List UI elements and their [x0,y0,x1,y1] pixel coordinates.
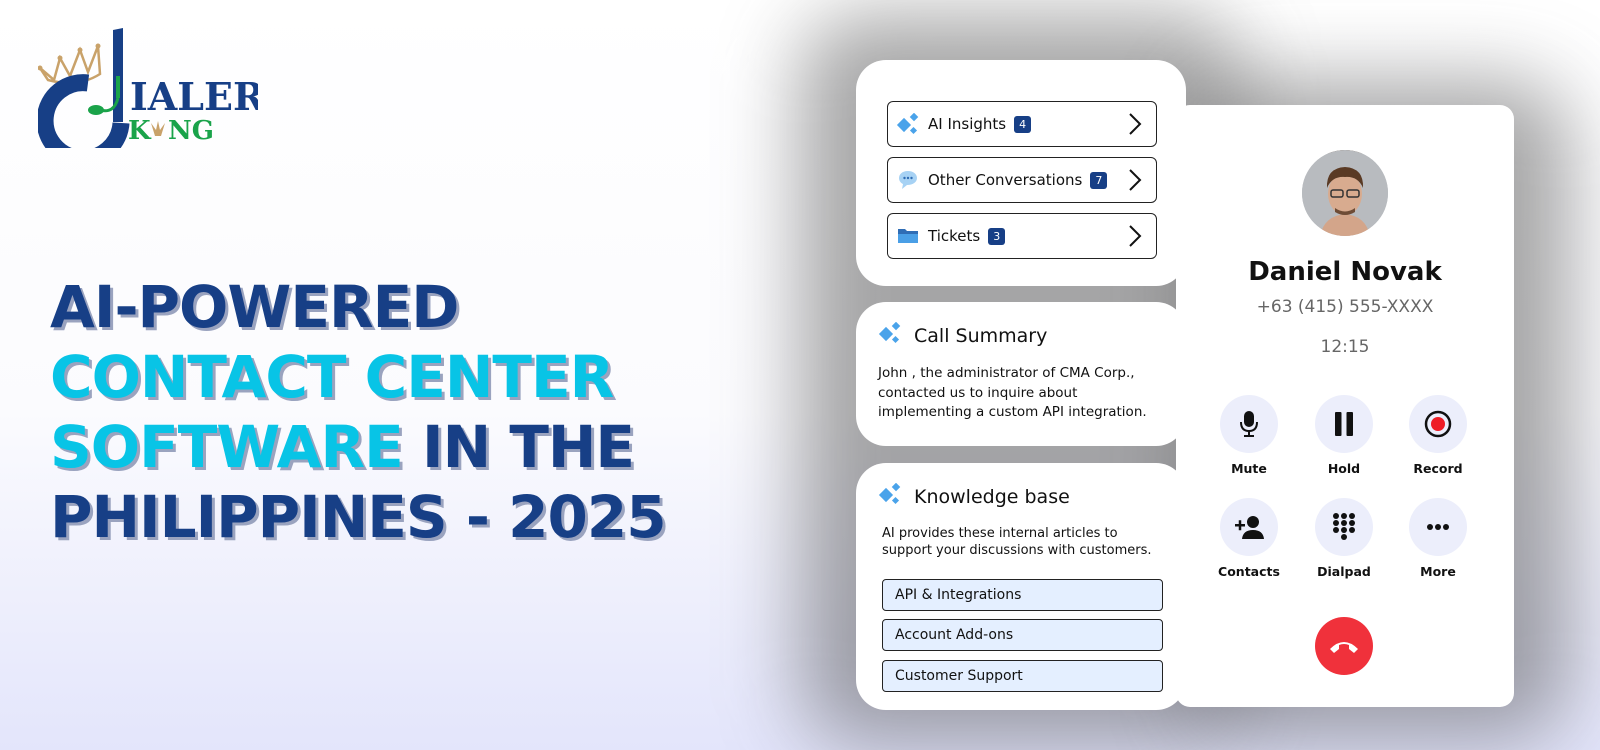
dialer-king-logo: IALER K NG [36,28,265,168]
menu-item-label: Tickets [928,227,981,245]
caller-phone-number: +63 (415) 555-XXXX [1256,297,1434,317]
contacts-button[interactable]: Contacts [1209,498,1289,579]
call-summary-header: Call Summary [878,321,1048,349]
chat-bubble-icon [896,168,920,192]
folder-icon [896,224,920,248]
headline: AI-POWERED CONTACT CENTER SOFTWARE IN TH… [50,272,667,552]
mute-label: Mute [1231,461,1267,476]
knowledge-base-card: Knowledge base AI provides these interna… [856,463,1186,710]
knowledge-base-title: Knowledge base [914,485,1070,508]
headline-line-2: CONTACT CENTER [50,343,614,411]
end-call-button[interactable] [1315,617,1373,675]
more-label: More [1420,564,1456,579]
add-contact-icon [1235,516,1264,539]
svg-text:K: K [128,116,155,146]
insights-menu-card: AI Insights 4 Other Conversations 7 Tick… [856,60,1186,286]
knowledge-base-header: Knowledge base [878,482,1070,510]
call-summary-title: Call Summary [914,324,1048,347]
count-badge: 4 [1014,115,1032,133]
record-button[interactable]: Record [1398,395,1478,476]
menu-item-tickets[interactable]: Tickets 3 [887,213,1157,259]
menu-item-label: Other Conversations [928,171,1083,189]
menu-item-ai-insights[interactable]: AI Insights 4 [887,101,1157,147]
hold-label: Hold [1327,461,1361,476]
menu-item-label: AI Insights [928,115,1007,133]
svg-text:IALER: IALER [130,74,258,119]
dialpad-label: Dialpad [1317,564,1371,579]
headline-line-3-rest: IN THE [402,413,635,481]
caller-avatar [1302,150,1388,236]
kb-article[interactable]: API & Integrations [882,579,1163,611]
mute-button[interactable]: Mute [1209,395,1289,476]
call-panel: Daniel Novak +63 (415) 555-XXXX 12:15 Mu… [1176,105,1514,707]
call-duration: 12:15 [1320,337,1370,357]
count-badge: 3 [988,227,1006,245]
chevron-right-icon [1128,168,1142,196]
chevron-right-icon [1128,224,1142,252]
logo-graphic: IALER K NG [36,28,265,168]
microphone-icon [1240,411,1258,437]
record-icon [1424,410,1452,438]
record-label: Record [1413,461,1463,476]
hang-up-icon [1330,642,1358,653]
count-badge: 7 [1090,171,1108,189]
contacts-label: Contacts [1218,564,1280,579]
caller-name: Daniel Novak [1248,257,1442,287]
chevron-right-icon [1128,112,1142,140]
pause-icon [1335,412,1353,436]
ai-sparkle-icon [896,112,920,136]
ai-sparkle-icon [878,321,902,349]
call-summary-text: John , the administrator of CMA Corp., c… [878,365,1147,420]
dialpad-button[interactable]: Dialpad [1304,498,1384,579]
svg-text:NG: NG [168,116,214,146]
knowledge-base-description: AI provides these internal articles to s… [882,526,1152,558]
dialpad-icon [1333,513,1355,540]
hold-button[interactable]: Hold [1304,395,1384,476]
kb-article[interactable]: Customer Support [882,660,1163,692]
kb-article[interactable]: Account Add-ons [882,619,1163,651]
more-button[interactable]: More [1398,498,1478,579]
headline-line-3: SOFTWARE IN THE [50,412,666,482]
more-icon [1427,524,1449,530]
headline-highlight: SOFTWARE [50,413,404,481]
menu-item-other-conversations[interactable]: Other Conversations 7 [887,157,1157,203]
headline-line-1: AI-POWERED [50,273,459,341]
ai-sparkle-icon [878,482,902,510]
call-summary-card: Call Summary John , the administrator of… [856,302,1186,446]
headline-line-4: PHILIPPINES - 2025 [50,483,667,551]
